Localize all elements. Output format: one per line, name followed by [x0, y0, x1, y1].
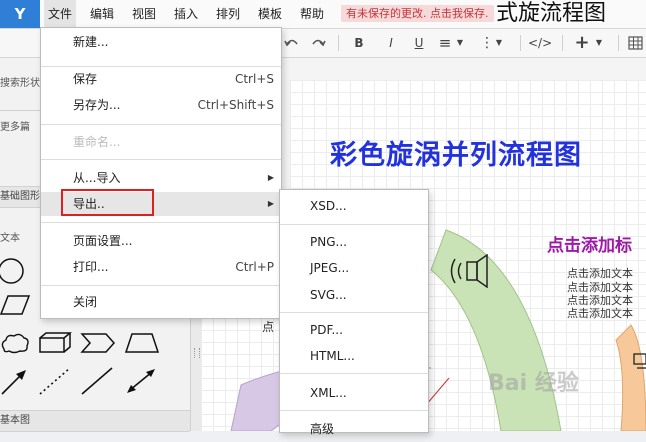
menu-edit[interactable]: 编辑 [86, 0, 118, 28]
menu-item-label: 高级 [310, 422, 335, 436]
menu-item-label: 另存为... [73, 98, 121, 112]
menu-item-label: PNG... [310, 235, 347, 249]
swirl-red-line [425, 377, 450, 406]
menu-item-label: XML... [310, 386, 347, 400]
menu-item-print[interactable]: 打印... Ctrl+P [41, 255, 281, 279]
export-jpeg[interactable]: JPEG... [280, 255, 428, 281]
swirl-orange-arm [615, 324, 646, 431]
app-logo[interactable]: Y [0, 0, 40, 28]
more-options-button[interactable]: ⋮ [480, 34, 494, 52]
cube-shape[interactable] [38, 332, 72, 354]
unsaved-changes-notice[interactable]: 有未保存的更改. 点击我保存. [341, 5, 494, 22]
diagram-subtitle[interactable]: 点击添加标 [547, 231, 632, 256]
menu-item-label: 打印... [73, 260, 109, 274]
export-svg[interactable]: SVG... [280, 282, 428, 308]
menu-item-label: PDF... [310, 323, 343, 337]
body-text-line[interactable]: 点击添加文本 [567, 305, 633, 321]
document-title: 式旋流程图 [496, 1, 607, 26]
menu-item-save[interactable]: 保存 Ctrl+S [41, 67, 281, 91]
menu-help[interactable]: 帮助 [296, 0, 328, 28]
menu-insert[interactable]: 插入 [170, 0, 202, 28]
canvas-text-fragment[interactable]: 点 [262, 318, 274, 335]
export-pdf[interactable]: PDF... [280, 317, 428, 343]
menu-view[interactable]: 视图 [128, 0, 160, 28]
export-png[interactable]: PNG... [280, 229, 428, 255]
trapezoid-shape[interactable] [124, 332, 160, 354]
menu-item-new[interactable]: 新建... [41, 30, 281, 54]
code-button[interactable]: </> [528, 34, 552, 52]
menu-item-label: 新建... [73, 35, 109, 49]
watermark: Bai 经验 [488, 371, 579, 396]
redo-icon[interactable] [310, 34, 326, 52]
export-xml[interactable]: XML... [280, 380, 428, 406]
submenu-arrow-icon: ▶ [267, 199, 274, 208]
export-xsd[interactable]: XSD... [280, 193, 428, 219]
menu-item-import[interactable]: 从...导入 ▶ [41, 166, 281, 190]
search-shapes-input[interactable]: 搜索形状 [0, 74, 40, 89]
menu-item-label: 重命名... [73, 135, 121, 149]
parallelogram-shape[interactable] [0, 294, 30, 316]
menu-item-save-as[interactable]: 另存为... Ctrl+Shift+S [41, 93, 281, 117]
export-html[interactable]: HTML... [280, 343, 428, 369]
text-shape-label[interactable]: 文本 [0, 229, 20, 244]
table-icon[interactable] [628, 34, 644, 52]
menu-item-label: 页面设置... [73, 234, 133, 248]
add-button[interactable]: + [574, 34, 590, 52]
menu-item-label: 保存 [73, 72, 98, 86]
menu-template[interactable]: 模板 [254, 0, 286, 28]
arrow-line-shape[interactable] [0, 366, 30, 396]
menu-item-close[interactable]: 关闭 [41, 290, 281, 314]
more-dropdown-icon[interactable]: ▼ [494, 34, 504, 52]
step-arrow-shape[interactable] [80, 332, 116, 354]
menu-item-label: 关闭 [73, 295, 98, 309]
underline-button[interactable]: U [412, 34, 426, 52]
menu-item-page-setup[interactable]: 页面设置... [41, 229, 281, 253]
speaker-icon [450, 254, 488, 288]
export-highlight-box [61, 189, 154, 216]
double-arrow-shape[interactable] [124, 366, 158, 396]
align-button[interactable]: ≡ [436, 34, 454, 52]
menu-item-label: JPEG... [310, 261, 350, 275]
file-menu: 新建... 保存 Ctrl+S 另存为... Ctrl+Shift+S 重命名.… [40, 27, 282, 319]
menu-item-label: 从...导入 [73, 171, 121, 185]
diagram-title[interactable]: 彩色旋涡并列流程图 [330, 133, 582, 172]
undo-icon[interactable] [284, 34, 300, 52]
circle-shape[interactable] [0, 256, 26, 286]
add-dropdown-icon[interactable]: ▼ [594, 34, 604, 52]
more-shapes-link[interactable]: 更多篇 [0, 118, 30, 133]
menu-item-label: SVG... [310, 288, 347, 302]
menu-item-shortcut: Ctrl+Shift+S [197, 98, 274, 112]
menu-item-label: HTML... [310, 349, 355, 363]
menu-file[interactable]: 文件 [44, 0, 77, 28]
menu-item-shortcut: Ctrl+S [234, 72, 274, 86]
menu-arrange[interactable]: 排列 [212, 0, 244, 28]
line-shape[interactable] [80, 366, 114, 396]
submenu-arrow-icon: ▶ [267, 173, 274, 182]
menu-item-rename: 重命名... [41, 130, 281, 154]
monitor-icon [633, 353, 646, 369]
export-submenu: XSD... PNG... JPEG... SVG... PDF... HTML… [279, 189, 429, 436]
dotted-line-shape[interactable] [38, 366, 72, 396]
italic-button[interactable]: I [384, 34, 398, 52]
menu-item-label: XSD... [310, 199, 347, 213]
cloud-shape[interactable] [0, 331, 30, 355]
align-dropdown-icon[interactable]: ▼ [455, 34, 465, 52]
export-advanced[interactable]: 高级 [280, 416, 428, 442]
basic-diagram-header[interactable]: 基本图 [0, 410, 190, 432]
bold-button[interactable]: B [352, 34, 366, 52]
menubar: Y 文件 编辑 视图 插入 排列 模板 帮助 有未保存的更改. 点击我保存. 式… [0, 0, 646, 29]
menu-item-shortcut: Ctrl+P [235, 260, 274, 274]
